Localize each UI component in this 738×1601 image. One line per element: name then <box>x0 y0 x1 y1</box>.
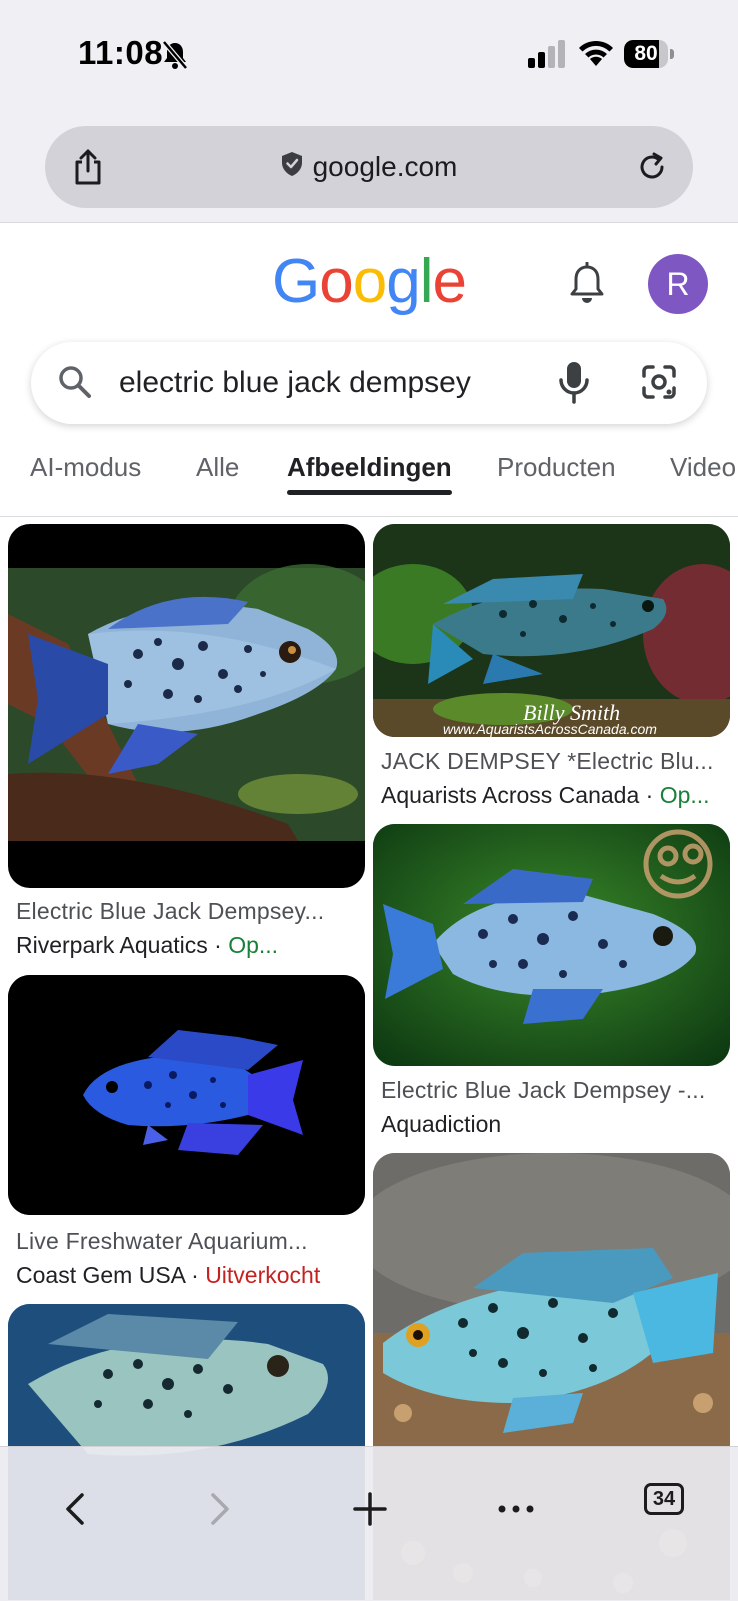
tab-video[interactable]: Video <box>670 452 736 483</box>
url-text: google.com <box>312 151 458 182</box>
status-bar: 11:08 80 <box>0 0 738 110</box>
active-tab-indicator <box>287 490 452 495</box>
result-title: Electric Blue Jack Dempsey... <box>16 898 325 924</box>
address-bar[interactable]: google.com <box>45 126 693 208</box>
result-source: Coast Gem USA · Uitverkocht <box>16 1262 356 1289</box>
back-icon[interactable] <box>60 1489 90 1529</box>
result-source: Riverpark Aquatics · Op... <box>16 932 356 959</box>
google-logo-letter: o <box>319 247 353 316</box>
stock-status: Uitverkocht <box>205 1262 321 1288</box>
svg-text:www.AquaristsAcrossCanada.com: www.AquaristsAcrossCanada.com <box>443 721 657 737</box>
separator: · <box>214 932 222 958</box>
google-lens-icon[interactable] <box>641 364 677 400</box>
stock-status: Op... <box>228 932 279 958</box>
result-title: Electric Blue Jack Dempsey -... <box>381 1077 706 1103</box>
browser-url-area: google.com <box>0 110 738 223</box>
google-logo-letter: G <box>272 247 320 316</box>
google-logo-letter: e <box>432 247 466 316</box>
status-time: 11:08 <box>78 34 164 71</box>
result-title: JACK DEMPSEY *Electric Blu... <box>381 748 714 774</box>
battery-icon: 80 <box>624 40 674 68</box>
avatar[interactable]: R <box>648 254 708 314</box>
google-logo-letter: g <box>386 247 420 316</box>
bell-off-icon <box>162 40 188 70</box>
search-tabs: AI-modus Alle Afbeeldingen Producten Vid… <box>0 438 738 517</box>
signal-icon <box>528 40 565 68</box>
source-name: Aquarists Across Canada <box>381 782 640 808</box>
stock-status: Op... <box>659 782 710 808</box>
tab-afbeeldingen[interactable]: Afbeeldingen <box>287 452 452 483</box>
result-title: Live Freshwater Aquarium... <box>16 1228 308 1254</box>
new-tab-icon[interactable] <box>352 1489 388 1529</box>
source-name: Riverpark Aquatics <box>16 932 208 958</box>
notification-bell-icon[interactable] <box>568 262 606 304</box>
search-input[interactable]: electric blue jack dempsey <box>119 342 471 424</box>
google-logo-letter: o <box>352 247 387 316</box>
microphone-icon[interactable] <box>557 360 591 404</box>
result-image[interactable] <box>8 524 365 888</box>
result-image[interactable]: Billy Smith www.AquaristsAcrossCanada.co… <box>373 524 730 737</box>
shield-icon <box>281 152 302 176</box>
result-source: Aquadiction <box>381 1111 721 1138</box>
separator: · <box>191 1262 199 1288</box>
tabs-icon[interactable]: 34 <box>644 1483 684 1515</box>
reload-icon[interactable] <box>635 150 669 184</box>
google-logo[interactable]: Google <box>0 246 738 317</box>
tab-ai-modus[interactable]: AI-modus <box>30 452 141 483</box>
wifi-icon <box>579 40 613 66</box>
result-image[interactable] <box>373 824 730 1066</box>
tab-producten[interactable]: Producten <box>497 452 616 483</box>
forward-icon[interactable] <box>205 1489 235 1529</box>
search-icon <box>59 366 91 398</box>
separator: · <box>645 782 654 808</box>
source-name: Aquadiction <box>381 1111 502 1137</box>
search-box[interactable]: electric blue jack dempsey <box>31 342 707 424</box>
result-image[interactable] <box>8 975 365 1215</box>
more-icon[interactable] <box>496 1489 536 1529</box>
result-source: Aquarists Across Canada · Op... <box>381 782 721 809</box>
tab-alle[interactable]: Alle <box>196 452 239 483</box>
browser-toolbar: 34 <box>0 1446 738 1601</box>
battery-level: 80 <box>634 42 658 65</box>
google-logo-letter: l <box>419 247 434 316</box>
source-name: Coast Gem USA <box>16 1262 185 1288</box>
